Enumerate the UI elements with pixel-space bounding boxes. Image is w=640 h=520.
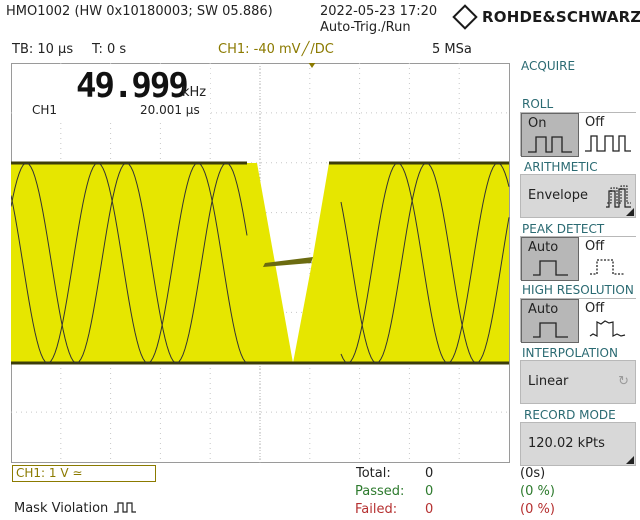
trigger-slope-icon: ╱: [301, 42, 310, 57]
measurement-channel: CH1: [32, 103, 58, 117]
failed-label: Failed:: [355, 502, 398, 517]
high-res-off-pulse-icon: [589, 320, 626, 337]
peak-detect-title: PEAK DETECT: [522, 222, 605, 236]
arithmetic-value: Envelope: [528, 188, 588, 203]
high-res-auto-label: Auto: [528, 302, 559, 317]
envelope-icon: [606, 185, 631, 208]
mask-violation-label: Mask Violation: [14, 501, 109, 516]
high-res-off-option[interactable]: Off: [579, 299, 637, 343]
record-mode-title: RECORD MODE: [524, 408, 616, 422]
peak-detect-toggle[interactable]: Auto Off: [520, 236, 637, 281]
ch1-scale-box[interactable]: CH1: 1 V ≃: [12, 465, 156, 482]
ch1-trigger-level[interactable]: CH1: -40 mV╱/DC: [218, 42, 334, 57]
peak-detect-auto-label: Auto: [528, 240, 559, 255]
timebase[interactable]: TB: 10 µs: [12, 42, 73, 57]
high-res-auto-option[interactable]: Auto: [521, 299, 579, 343]
device-id: HMO1002 (HW 0x10180003; SW 05.886): [6, 4, 273, 19]
interpolation-value: Linear: [528, 374, 569, 389]
acquire-title: ACQUIRE: [521, 59, 576, 73]
rs-diamond-icon: [452, 4, 478, 30]
interpolation-select[interactable]: Linear ↻: [520, 360, 636, 404]
passed-percent: (0 %): [520, 484, 555, 499]
roll-off-label: Off: [585, 115, 605, 130]
high-res-off-label: Off: [585, 301, 605, 316]
high-res-auto-pulse-icon: [533, 322, 568, 338]
passed-value: 0: [425, 484, 434, 499]
roll-title: ROLL: [522, 97, 554, 111]
roll-toggle[interactable]: On Off: [520, 112, 637, 157]
interpolation-title: INTERPOLATION: [522, 346, 618, 360]
frequency-unit: kHz: [182, 85, 207, 100]
total-value: 0: [425, 466, 434, 481]
total-time: (0s): [520, 466, 546, 481]
envelope-band: [329, 163, 509, 363]
arithmetic-title: ARITHMETIC: [524, 160, 598, 174]
trigger-time[interactable]: T: 0 s: [92, 42, 126, 57]
ch1-scale-label: CH1: 1 V ≃: [16, 466, 83, 480]
sample-rate: 5 MSa: [432, 42, 472, 57]
total-label: Total:: [356, 466, 391, 481]
record-mode-more-icon: [626, 456, 634, 464]
trigger-position-marker: [308, 63, 316, 68]
roll-off-option[interactable]: Off: [579, 113, 637, 157]
frequency-readout: 49.999: [76, 66, 189, 106]
mask-violation[interactable]: Mask Violation: [14, 501, 138, 516]
peak-off-pulse-icon: [590, 259, 625, 275]
arithmetic-select[interactable]: Envelope: [520, 174, 636, 218]
record-mode-value: 120.02 kPts: [528, 436, 605, 451]
record-mode-select[interactable]: 120.02 kPts: [520, 422, 636, 466]
envelope-band: [11, 163, 247, 363]
rotate-knob-icon: ↻: [618, 374, 629, 389]
peak-detect-auto-option[interactable]: Auto: [521, 237, 579, 281]
datetime: 2022-05-23 17:20: [320, 4, 438, 19]
high-resolution-title: HIGH RESOLUTION: [522, 283, 634, 297]
pulse-icon: [114, 502, 137, 513]
high-resolution-toggle[interactable]: Auto Off: [520, 298, 637, 343]
failed-value: 0: [425, 502, 434, 517]
roll-on-pulse-icon: [528, 136, 572, 153]
arithmetic-more-icon: [626, 208, 634, 216]
period-readout: 20.001 µs: [140, 103, 200, 117]
passed-label: Passed:: [355, 484, 405, 499]
brand-name: ROHDE&SCHWARZ: [482, 8, 640, 26]
ch1-trigger-value: CH1: -40 mV: [218, 42, 301, 57]
peak-detect-off-option[interactable]: Off: [579, 237, 637, 281]
roll-on-label: On: [528, 116, 547, 131]
coupling: /DC: [310, 42, 334, 57]
roll-off-pulse-icon: [585, 135, 631, 152]
peak-auto-pulse-icon: [533, 260, 568, 276]
trigger-mode: Auto-Trig./Run: [320, 20, 411, 35]
envelope-waveform: [11, 161, 510, 365]
brand-logo: ROHDE&SCHWARZ: [452, 4, 640, 30]
peak-detect-off-label: Off: [585, 239, 605, 254]
roll-on-option[interactable]: On: [521, 113, 579, 157]
failed-percent: (0 %): [520, 502, 555, 517]
